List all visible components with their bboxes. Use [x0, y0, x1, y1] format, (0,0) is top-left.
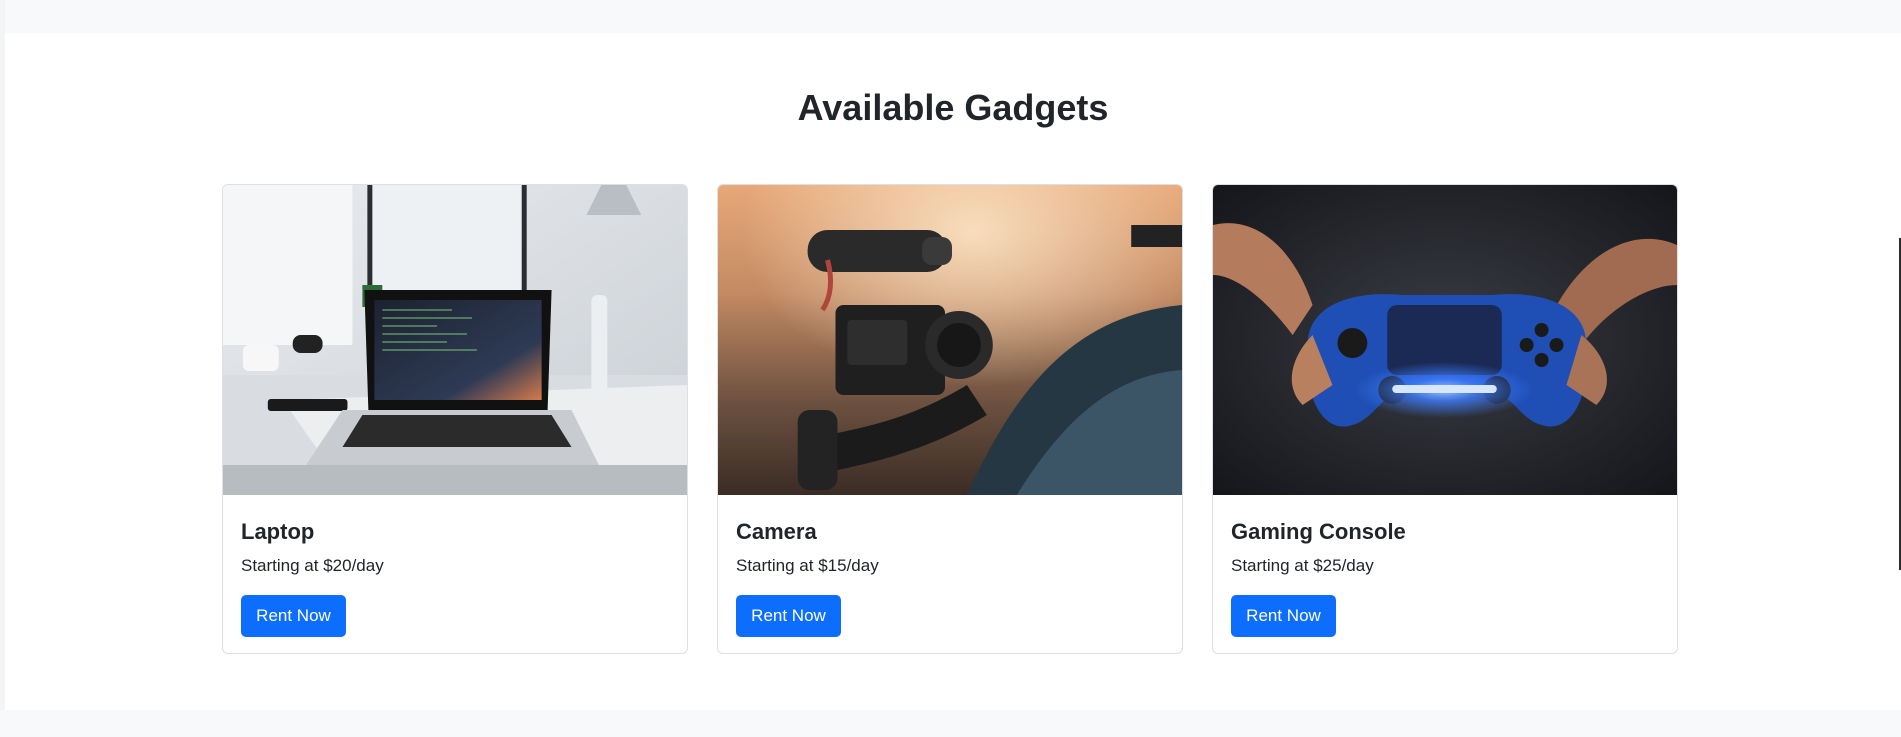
section-title: Available Gadgets [797, 87, 1109, 128]
gadget-title: Camera [736, 519, 817, 544]
rent-now-button-laptop[interactable]: Rent Now [241, 595, 346, 637]
gadgets-section: Available Gadgets Laptop Starting at $20… [5, 33, 1901, 710]
gadget-card-laptop: Laptop Starting at $20/day Rent Now [222, 184, 688, 654]
gadget-price: Starting at $20/day [241, 556, 384, 575]
camera-image [718, 185, 1182, 495]
gadget-price: Starting at $15/day [736, 556, 879, 575]
rent-now-button-gaming-console[interactable]: Rent Now [1231, 595, 1336, 637]
bottom-background-band [0, 710, 1901, 737]
gadget-title: Laptop [241, 519, 315, 544]
gadget-card-camera: Camera Starting at $15/day Rent Now [717, 184, 1183, 654]
gadget-card-gaming-console: Gaming Console Starting at $25/day Rent … [1212, 184, 1678, 654]
rent-now-button-camera[interactable]: Rent Now [736, 595, 841, 637]
gadget-title: Gaming Console [1231, 519, 1406, 544]
game-controller-image [1213, 185, 1677, 495]
gadget-price: Starting at $25/day [1231, 556, 1374, 575]
top-background-band [0, 0, 1901, 33]
laptop-image [223, 185, 687, 495]
